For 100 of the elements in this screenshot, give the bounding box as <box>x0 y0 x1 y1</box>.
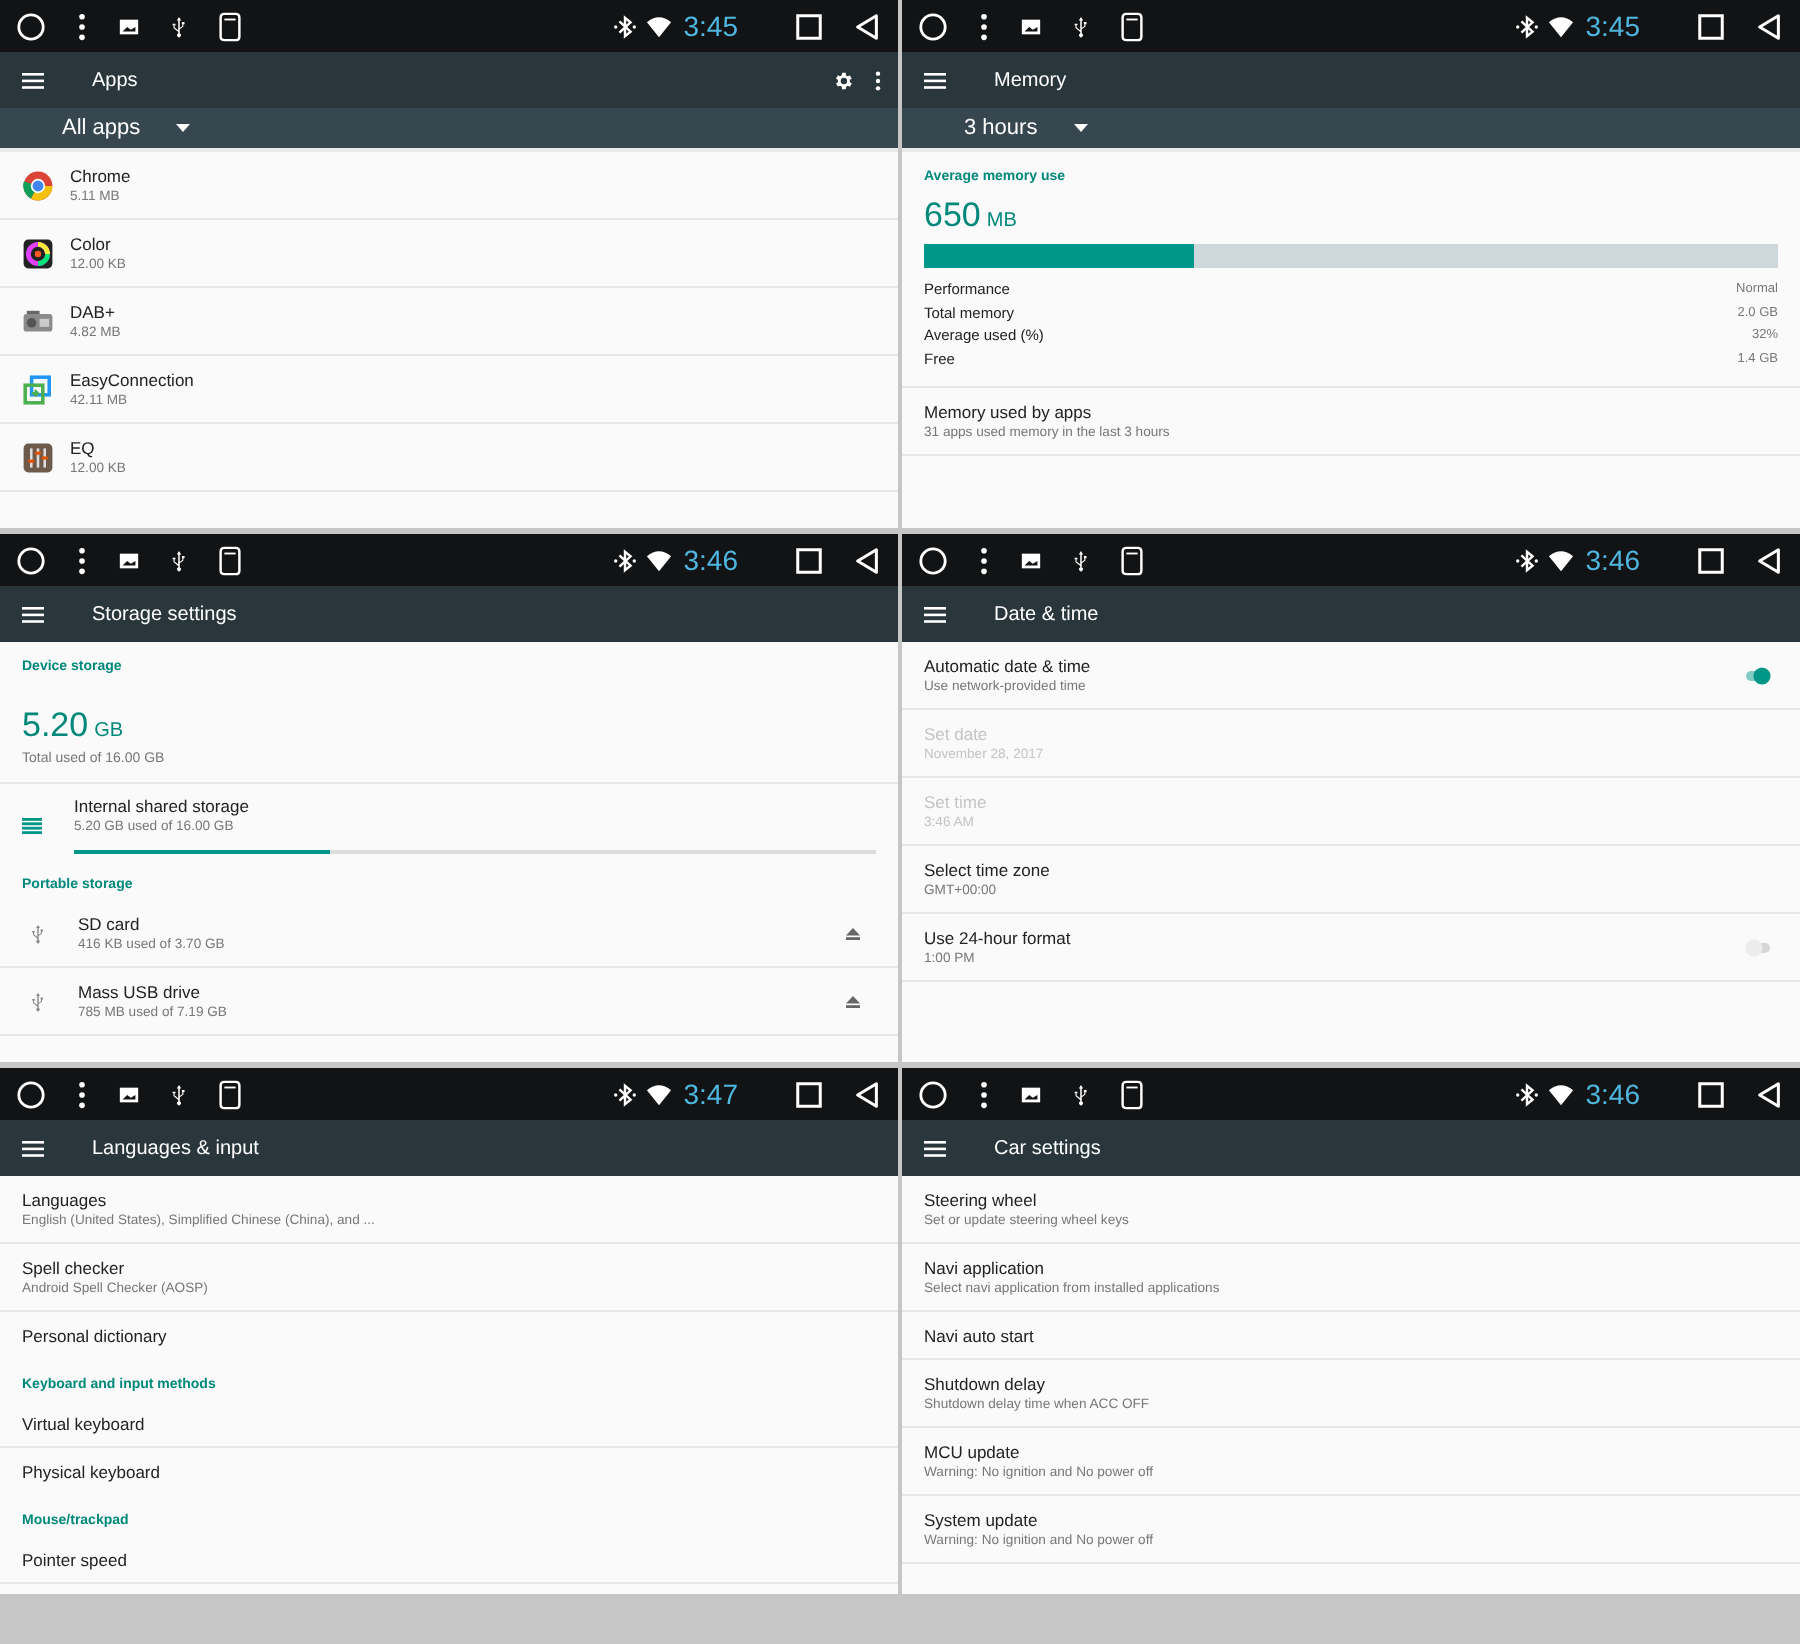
back-icon[interactable] <box>1754 11 1784 41</box>
usb-icon <box>28 989 48 1013</box>
sd-card-icon <box>1120 545 1144 575</box>
squares-icon <box>22 373 54 405</box>
image-icon <box>1020 15 1042 37</box>
recents-icon[interactable] <box>1696 1079 1726 1109</box>
bluetooth-icon <box>611 1081 638 1107</box>
more-icon[interactable] <box>874 69 882 91</box>
status-time: 3:45 <box>683 10 738 42</box>
usb-icon <box>168 13 190 39</box>
setting-title: Personal dictionary <box>22 1326 169 1346</box>
usb-icon <box>168 1081 190 1107</box>
back-icon[interactable] <box>852 1079 882 1109</box>
sd-card-icon <box>218 545 242 575</box>
settings-row[interactable]: Personal dictionary <box>0 1312 898 1360</box>
home-icon[interactable] <box>16 11 46 41</box>
settings-row[interactable]: Pointer speed <box>0 1536 898 1584</box>
equalizer-icon <box>22 441 54 473</box>
menu-icon[interactable] <box>924 1139 946 1157</box>
home-icon[interactable] <box>918 11 948 41</box>
settings-row[interactable]: Physical keyboard <box>0 1448 898 1496</box>
image-icon <box>118 15 140 37</box>
status-time: 3:46 <box>1585 544 1640 576</box>
back-icon[interactable] <box>1754 1079 1784 1109</box>
wifi-icon <box>1547 13 1574 39</box>
sd-card-icon <box>1120 11 1144 41</box>
setting-title: Shutdown delay <box>924 1374 1047 1394</box>
more-icon[interactable] <box>980 1079 988 1109</box>
more-icon[interactable] <box>980 11 988 41</box>
app-name: EQ <box>70 438 97 458</box>
menu-icon[interactable] <box>924 605 946 623</box>
toolbar-title: Apps <box>92 69 140 91</box>
storage-title: Internal shared storage <box>74 796 251 816</box>
status-time: 3:47 <box>683 1078 738 1110</box>
bluetooth-icon <box>611 547 638 573</box>
more-icon[interactable] <box>78 11 86 41</box>
toggle-switch[interactable] <box>1744 665 1772 685</box>
status-time: 3:45 <box>1585 10 1640 42</box>
usb-icon <box>1070 547 1092 573</box>
settings-icon[interactable] <box>832 69 854 91</box>
recents-icon[interactable] <box>794 545 824 575</box>
recents-icon[interactable] <box>794 1079 824 1109</box>
setting-title: System update <box>924 1510 1040 1530</box>
home-icon[interactable] <box>918 545 948 575</box>
bluetooth-icon <box>611 13 638 39</box>
radio-icon <box>22 305 54 337</box>
status-time: 3:46 <box>683 544 738 576</box>
wifi-icon <box>645 13 672 39</box>
recents-icon[interactable] <box>1696 11 1726 41</box>
settings-row[interactable]: Navi auto start <box>902 1312 1800 1360</box>
app-name: Chrome <box>70 166 133 186</box>
back-icon[interactable] <box>852 11 882 41</box>
menu-icon[interactable] <box>22 71 44 89</box>
eject-icon[interactable] <box>846 927 860 939</box>
menu-icon[interactable] <box>924 71 946 89</box>
recents-icon[interactable] <box>794 11 824 41</box>
setting-title: MCU update <box>924 1442 1022 1462</box>
bluetooth-icon <box>1513 1081 1540 1107</box>
color-ring-icon <box>22 237 54 269</box>
back-icon[interactable] <box>852 545 882 575</box>
wifi-icon <box>645 1081 672 1107</box>
setting-title: Languages <box>22 1190 109 1210</box>
app-name: EasyConnection <box>70 370 196 390</box>
volume-title: Mass USB drive <box>78 982 202 1002</box>
filter-dropdown[interactable]: All apps <box>62 112 191 144</box>
setting-title: Automatic date & time <box>924 656 1093 676</box>
home-icon[interactable] <box>918 1079 948 1109</box>
image-icon <box>1020 549 1042 571</box>
image-icon <box>118 1083 140 1105</box>
back-icon[interactable] <box>1754 545 1784 575</box>
usage-value: 5.20 GB <box>22 706 126 746</box>
recents-icon[interactable] <box>1696 545 1726 575</box>
setting-title: Pointer speed <box>22 1549 129 1569</box>
settings-row[interactable]: Virtual keyboard <box>0 1400 898 1448</box>
setting-title: Use 24-hour format <box>924 928 1073 948</box>
toolbar-title: Date & time <box>994 603 1101 625</box>
filter-dropdown[interactable]: 3 hours <box>964 112 1088 144</box>
home-icon[interactable] <box>16 545 46 575</box>
eject-icon[interactable] <box>846 995 860 1007</box>
circle-logo-icon <box>22 169 54 201</box>
app-name: DAB+ <box>70 302 117 322</box>
wifi-icon <box>1547 1081 1574 1107</box>
setting-title: Memory used by apps <box>924 402 1094 422</box>
menu-icon[interactable] <box>22 605 44 623</box>
menu-icon[interactable] <box>22 1139 44 1157</box>
home-icon[interactable] <box>16 1079 46 1109</box>
sd-card-icon <box>218 1079 242 1109</box>
more-icon[interactable] <box>78 545 86 575</box>
more-icon[interactable] <box>980 545 988 575</box>
caret-icon <box>1073 124 1088 132</box>
usb-icon <box>1070 13 1092 39</box>
toggle-switch[interactable] <box>1744 937 1772 957</box>
more-icon[interactable] <box>78 1079 86 1109</box>
sd-card-icon <box>1120 1079 1144 1109</box>
wifi-icon <box>645 547 672 573</box>
list-icon <box>22 817 42 833</box>
volume-title: SD card <box>78 914 142 934</box>
setting-title: Spell checker <box>22 1258 127 1278</box>
usage-value: 650 MB <box>924 196 1019 236</box>
usb-icon <box>1070 1081 1092 1107</box>
